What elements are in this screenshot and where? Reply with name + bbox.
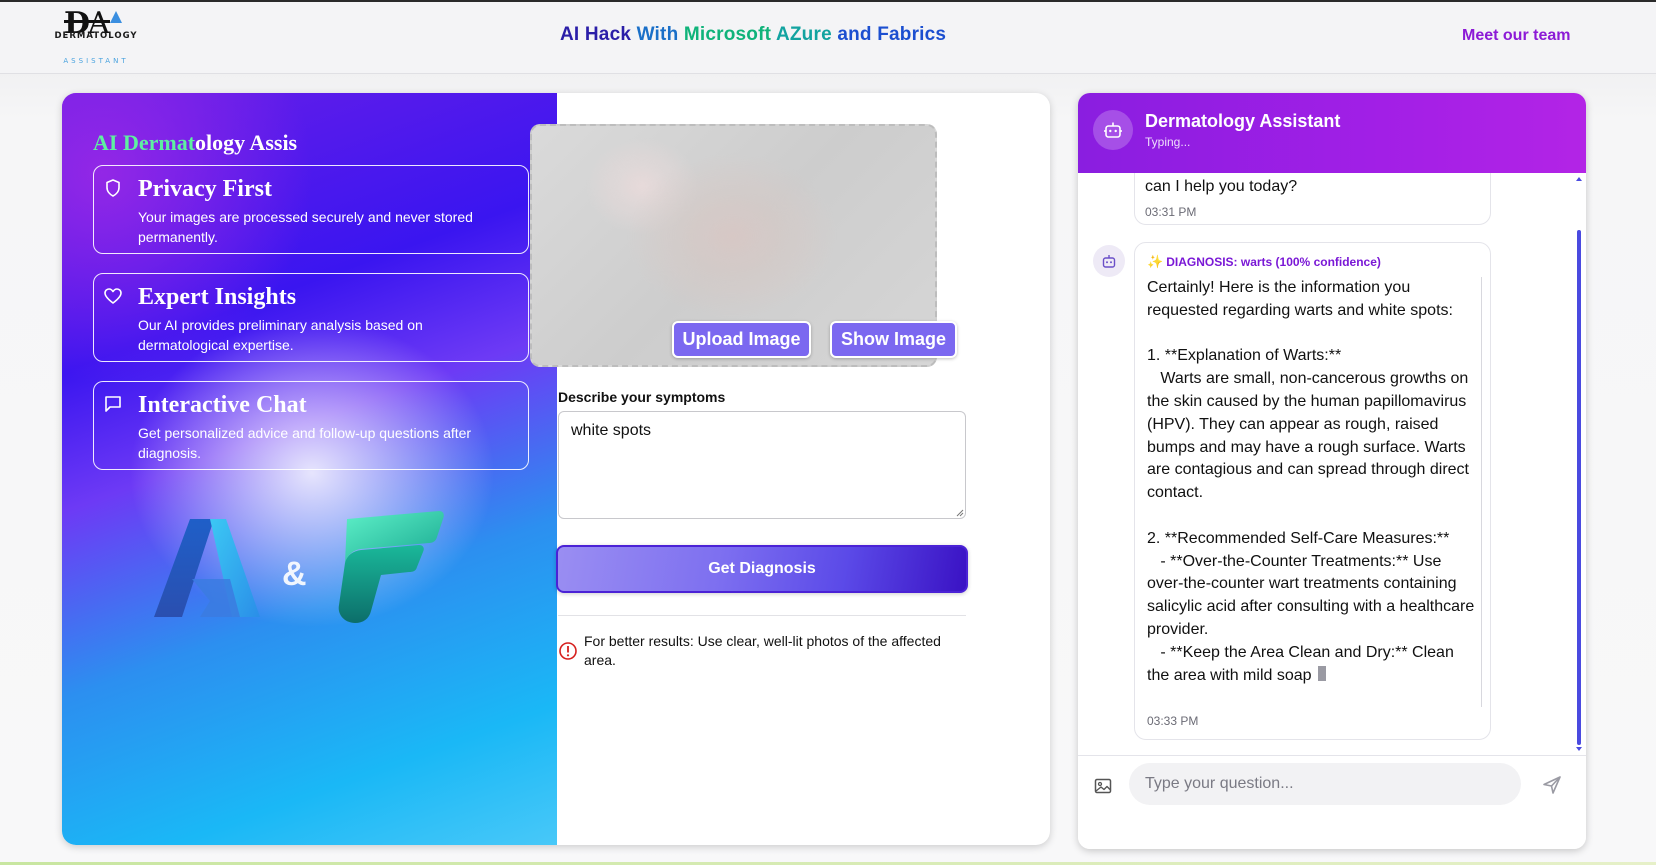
hero-panel: AI Dermatology Assis Privacy First Your …	[62, 93, 557, 845]
title-part: and Fabrics	[837, 24, 947, 45]
image-attach-icon[interactable]	[1093, 776, 1113, 796]
logo-wordmark: DERMATOLOGY	[54, 31, 138, 41]
site-header: D A DERMATOLOGY ASSISTANT AI Hack With M…	[0, 2, 1656, 74]
diagnosis-badge: ✨ DIAGNOSIS: warts (100% confidence)	[1147, 254, 1381, 270]
form-divider	[558, 615, 966, 616]
assistant-avatar	[1093, 245, 1125, 277]
meet-team-link[interactable]: Meet our team	[1462, 27, 1570, 45]
symptom-textarea[interactable]: white spots	[558, 411, 966, 519]
typing-cursor	[1317, 665, 1326, 681]
chat-header: Dermatology Assistant Typing...	[1078, 93, 1586, 173]
feature-desc: Get personalized advice and follow-up qu…	[138, 425, 472, 461]
upload-image-button[interactable]: Upload Image	[672, 321, 811, 358]
logo-subword: ASSISTANT	[63, 57, 129, 65]
message-time: 03:33 PM	[1147, 714, 1199, 728]
diagnosis-card: AI Dermatology Assis Privacy First Your …	[62, 93, 1050, 845]
question-input[interactable]	[1129, 763, 1521, 805]
hero-title: AI Dermatology Assis	[93, 130, 297, 156]
chat-assistant-name: Dermatology Assistant	[1145, 111, 1341, 131]
chat-panel: Dermatology Assistant Typing... can I he…	[1078, 93, 1586, 849]
info-icon	[559, 642, 577, 660]
message-list[interactable]: can I help you today? 03:31 PM ✨ DIAGNOSI…	[1078, 173, 1586, 755]
feature-desc: Your images are processed securely and n…	[138, 209, 473, 245]
chat-message: can I help you today? 03:31 PM	[1134, 173, 1491, 225]
chat-message: ✨ DIAGNOSIS: warts (100% confidence) Cert…	[1134, 242, 1491, 740]
site-title: AI Hack With Microsoft AZure and Fabrics	[560, 24, 1000, 46]
diagnosis-text: DIAGNOSIS: warts (100% confidence)	[1166, 255, 1381, 269]
assistant-avatar	[1093, 110, 1133, 150]
message-text: Certainly! Here is the information you r…	[1147, 277, 1482, 707]
chat-composer	[1078, 755, 1586, 849]
partner-logos: &	[152, 511, 452, 633]
chat-status: Typing...	[1145, 135, 1191, 149]
sparkles-icon: ✨	[1147, 254, 1164, 269]
shield-icon	[106, 179, 120, 197]
feature-insights: Expert Insights Our AI provides prelimin…	[93, 273, 529, 362]
feature-title: Interactive Chat	[138, 392, 307, 418]
hero-title-rest: ology Assis	[195, 130, 298, 155]
symptom-label: Describe your symptoms	[558, 389, 726, 405]
feature-title: Privacy First	[138, 176, 272, 202]
title-part: AI Hack	[560, 24, 632, 45]
scroll-thumb[interactable]	[1577, 230, 1581, 745]
bot-icon	[1102, 255, 1116, 268]
feature-chat: Interactive Chat Get personalized advice…	[93, 381, 529, 470]
title-part: AZure	[775, 24, 832, 45]
send-icon[interactable]	[1541, 774, 1563, 796]
photo-tip: For better results: Use clear, well-lit …	[584, 633, 941, 668]
feature-title: Expert Insights	[138, 284, 297, 310]
feature-privacy: Privacy First Your images are processed …	[93, 165, 529, 254]
chat-bubble-icon	[105, 396, 121, 412]
azure-logo-icon	[154, 519, 260, 617]
heart-icon	[104, 288, 122, 304]
message-time: 03:31 PM	[1145, 205, 1197, 219]
fabric-logo-icon	[338, 511, 444, 623]
title-part: Microsoft	[683, 24, 772, 45]
bot-icon	[1104, 122, 1122, 138]
ampersand: &	[282, 555, 307, 593]
show-image-button[interactable]: Show Image	[830, 321, 957, 358]
feature-desc: Our AI provides preliminary analysis bas…	[138, 317, 423, 353]
scroll-down-arrow-icon[interactable]	[1576, 747, 1582, 751]
title-part: With	[636, 24, 679, 45]
resize-grip-icon[interactable]	[955, 508, 964, 517]
scroll-up-arrow-icon[interactable]	[1576, 177, 1582, 181]
logo[interactable]: D A DERMATOLOGY ASSISTANT	[48, 7, 144, 67]
get-diagnosis-button[interactable]: Get Diagnosis	[556, 545, 968, 593]
hero-title-highlight: AI Dermat	[93, 130, 196, 155]
message-text: can I help you today?	[1145, 178, 1298, 195]
message-body: Certainly! Here is the information you r…	[1147, 279, 1475, 684]
